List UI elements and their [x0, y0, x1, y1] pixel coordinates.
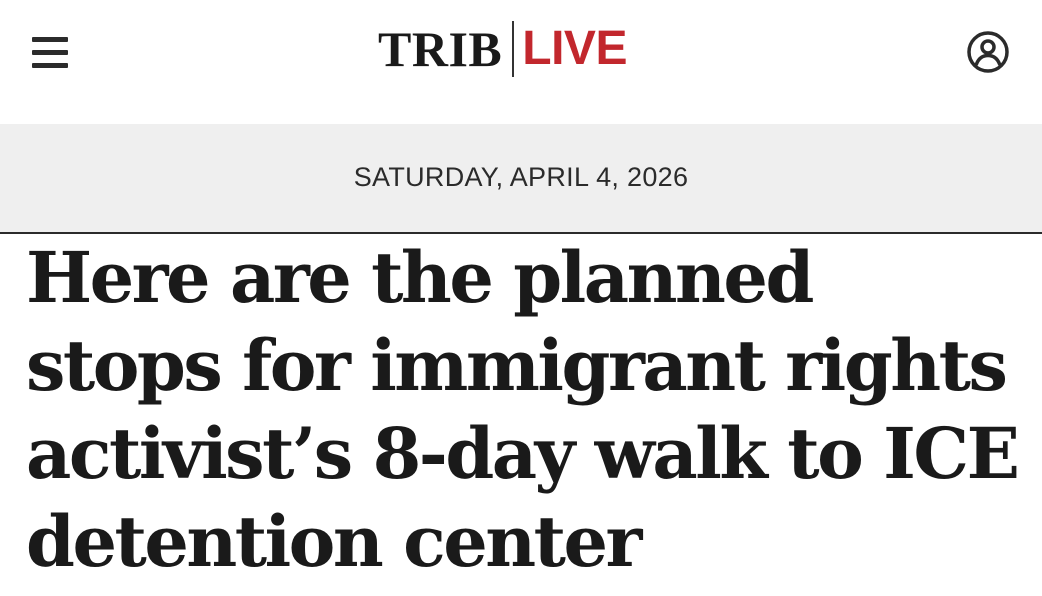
logo-live-text: LIVE	[522, 22, 627, 75]
date-bar: SATURDAY, APRIL 4, 2026	[0, 124, 1042, 234]
menu-button[interactable]	[30, 33, 70, 71]
logo-divider	[512, 21, 515, 77]
account-button[interactable]	[966, 30, 1010, 74]
logo-trib-text: TRIB	[378, 21, 503, 77]
site-logo[interactable]: TRIB LIVE	[378, 20, 627, 78]
user-account-icon	[967, 31, 1009, 73]
site-header: TRIB LIVE	[0, 0, 1042, 124]
article-headline: Here are the planned stops for immigrant…	[26, 236, 1020, 583]
current-date: SATURDAY, APRIL 4, 2026	[353, 161, 689, 192]
